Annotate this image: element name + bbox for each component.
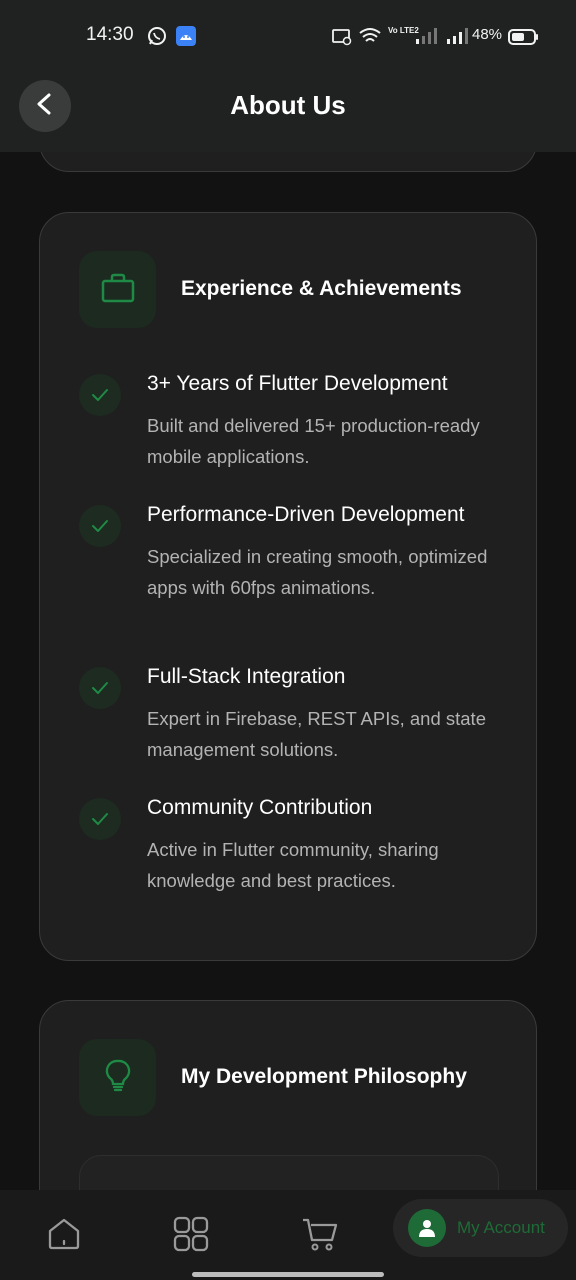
- briefcase-icon: [101, 273, 135, 307]
- lightbulb-icon: [105, 1059, 131, 1097]
- nav-cart-button[interactable]: [300, 1216, 340, 1256]
- page-title: About Us: [230, 90, 346, 120]
- item-title: Performance-Driven Development: [147, 503, 465, 526]
- item-description: Active in Flutter community, sharing kno…: [147, 839, 439, 891]
- cart-icon: [301, 1216, 339, 1256]
- grid-icon: [172, 1215, 210, 1257]
- experience-title: Experience & Achievements: [181, 277, 462, 300]
- whatsapp-icon: [147, 26, 167, 50]
- item-title: Full-Stack Integration: [147, 665, 346, 688]
- screen-cast-icon: [332, 28, 352, 50]
- check-icon: [79, 374, 121, 416]
- nav-catalog-button[interactable]: [171, 1216, 211, 1256]
- philosophy-content-box: [79, 1155, 499, 1190]
- item-description: Expert in Firebase, REST APIs, and state…: [147, 708, 486, 760]
- check-icon: [79, 667, 121, 709]
- wifi-icon: [359, 27, 381, 49]
- signal-icon: [414, 28, 438, 48]
- item-description: Specialized in creating smooth, optimize…: [147, 546, 488, 598]
- bottom-navigation: My Account: [0, 1190, 576, 1280]
- home-indicator: [192, 1272, 384, 1277]
- nav-home-button[interactable]: [44, 1216, 84, 1256]
- experience-card: Experience & Achievements 3+ Years of Fl…: [39, 212, 537, 961]
- check-icon: [79, 505, 121, 547]
- home-icon: [46, 1217, 82, 1255]
- battery-icon: [508, 28, 540, 50]
- status-time: 14:30: [86, 24, 134, 45]
- scroll-content[interactable]: Experience & Achievements 3+ Years of Fl…: [0, 152, 576, 1190]
- check-icon: [79, 798, 121, 840]
- nav-account-button[interactable]: My Account: [393, 1199, 568, 1257]
- account-icon: [408, 1209, 446, 1247]
- android-debug-icon: [176, 26, 196, 50]
- item-title: Community Contribution: [147, 796, 373, 819]
- account-label: My Account: [457, 1218, 545, 1237]
- app-bar: About Us: [0, 72, 576, 152]
- battery-percent: 48%: [472, 26, 503, 43]
- item-description: Built and delivered 15+ production-ready…: [147, 415, 480, 467]
- item-title: 3+ Years of Flutter Development: [147, 372, 448, 395]
- philosophy-title: My Development Philosophy: [181, 1065, 467, 1088]
- signal-icon-2: [445, 28, 469, 48]
- philosophy-icon-box: [79, 1039, 156, 1116]
- philosophy-card: My Development Philosophy: [39, 1000, 537, 1190]
- previous-card: [39, 152, 537, 172]
- status-bar: 14:30 Vo LTE2 48%: [0, 0, 576, 72]
- experience-icon-box: [79, 251, 156, 328]
